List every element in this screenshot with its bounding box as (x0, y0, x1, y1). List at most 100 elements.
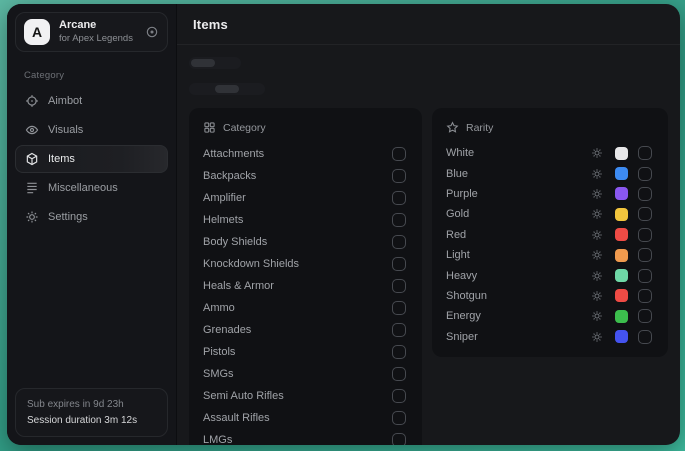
gear-icon[interactable] (591, 330, 604, 343)
rarity-checkbox[interactable] (638, 269, 652, 283)
category-row[interactable]: Assault Rifles (203, 407, 408, 429)
view-tab[interactable] (239, 85, 263, 93)
sidebar-item[interactable]: Items (15, 145, 168, 173)
category-checkbox[interactable] (392, 279, 406, 293)
category-checkbox[interactable] (392, 213, 406, 227)
rarity-label: Sniper (446, 331, 591, 343)
category-row[interactable]: Ammo (203, 297, 408, 319)
category-checkbox[interactable] (392, 411, 406, 425)
rarity-row[interactable]: Heavy (446, 265, 654, 285)
rarity-row[interactable]: Purple (446, 184, 654, 204)
rarity-label: Light (446, 249, 591, 261)
category-row[interactable]: Attachments (203, 143, 408, 165)
category-checkbox[interactable] (392, 169, 406, 183)
rarity-label: Blue (446, 168, 591, 180)
category-checkbox[interactable] (392, 323, 406, 337)
gear-icon[interactable] (591, 187, 604, 200)
rarity-color-swatch[interactable] (615, 228, 628, 241)
rarity-checkbox[interactable] (638, 207, 652, 221)
gear-icon[interactable] (591, 249, 604, 262)
gear-icon[interactable] (591, 310, 604, 323)
gear-icon[interactable] (591, 289, 604, 302)
category-label: Heals & Armor (203, 280, 392, 292)
category-checkbox[interactable] (392, 147, 406, 161)
category-checkbox[interactable] (392, 257, 406, 271)
category-checkbox[interactable] (392, 345, 406, 359)
rarity-row[interactable]: Sniper (446, 327, 654, 347)
category-row[interactable]: Amplifier (203, 187, 408, 209)
rarity-checkbox[interactable] (638, 187, 652, 201)
sidebar-item[interactable]: Settings (15, 203, 168, 231)
rarity-color-swatch[interactable] (615, 208, 628, 221)
rarity-label: Energy (446, 310, 591, 322)
panels: Category Attachments Backpacks Amplifier (189, 108, 668, 445)
category-checkbox[interactable] (392, 433, 406, 445)
rarity-label: Shotgun (446, 290, 591, 302)
category-checkbox[interactable] (392, 191, 406, 205)
view-tab[interactable] (215, 85, 239, 93)
app-subtitle: for Apex Legends (59, 33, 136, 45)
rarity-color-swatch[interactable] (615, 269, 628, 282)
rarity-row[interactable]: Shotgun (446, 286, 654, 306)
gear-icon[interactable] (591, 269, 604, 282)
gear-icon (25, 210, 39, 224)
category-row[interactable]: Body Shields (203, 231, 408, 253)
category-row[interactable]: Semi Auto Rifles (203, 385, 408, 407)
gear-icon[interactable] (591, 167, 604, 180)
sidebar-item-label: Items (48, 153, 75, 165)
category-checkbox[interactable] (392, 301, 406, 315)
rarity-checkbox[interactable] (638, 228, 652, 242)
rarity-color-swatch[interactable] (615, 187, 628, 200)
rarity-checkbox[interactable] (638, 146, 652, 160)
category-label: Knockdown Shields (203, 258, 392, 270)
grid-icon (25, 181, 39, 195)
rarity-row[interactable]: White (446, 143, 654, 163)
rarity-color-swatch[interactable] (615, 147, 628, 160)
mode-tab[interactable] (191, 59, 215, 67)
rarity-color-swatch[interactable] (615, 249, 628, 262)
rarity-color-swatch[interactable] (615, 289, 628, 302)
rarity-color-swatch[interactable] (615, 167, 628, 180)
category-row[interactable]: SMGs (203, 363, 408, 385)
rarity-row[interactable]: Energy (446, 306, 654, 326)
category-label: Backpacks (203, 170, 392, 182)
rarity-checkbox[interactable] (638, 289, 652, 303)
rarity-row[interactable]: Blue (446, 163, 654, 183)
rarity-label: Gold (446, 208, 591, 220)
category-checkbox[interactable] (392, 389, 406, 403)
gear-icon[interactable] (591, 228, 604, 241)
app-window: A Arcane for Apex Legends Category Aimbo… (7, 4, 680, 445)
category-row[interactable]: Pistols (203, 341, 408, 363)
sidebar-item-label: Aimbot (48, 95, 82, 107)
category-row[interactable]: Knockdown Shields (203, 253, 408, 275)
rarity-checkbox[interactable] (638, 167, 652, 181)
rarity-row[interactable]: Gold (446, 204, 654, 224)
category-checkbox[interactable] (392, 367, 406, 381)
sidebar-item[interactable]: Miscellaneous (15, 174, 168, 202)
target-icon[interactable] (145, 25, 159, 39)
rarity-color-swatch[interactable] (615, 310, 628, 323)
rarity-checkbox[interactable] (638, 248, 652, 262)
category-label: Body Shields (203, 236, 392, 248)
category-row[interactable]: LMGs (203, 429, 408, 445)
gear-icon[interactable] (591, 208, 604, 221)
category-row[interactable]: Backpacks (203, 165, 408, 187)
view-tab[interactable] (191, 85, 215, 93)
sidebar-item[interactable]: Aimbot (15, 87, 168, 115)
category-row[interactable]: Helmets (203, 209, 408, 231)
rarity-row[interactable]: Light (446, 245, 654, 265)
category-panel-title: Category (223, 122, 266, 134)
session-duration-text: Session duration 3m 12s (27, 413, 156, 429)
rarity-checkbox[interactable] (638, 330, 652, 344)
category-row[interactable]: Heals & Armor (203, 275, 408, 297)
rarity-color-swatch[interactable] (615, 330, 628, 343)
rarity-checkbox[interactable] (638, 309, 652, 323)
category-row[interactable]: Grenades (203, 319, 408, 341)
sidebar-item[interactable]: Visuals (15, 116, 168, 144)
mode-tab[interactable] (215, 59, 239, 67)
crosshair-icon (25, 94, 39, 108)
category-label: Helmets (203, 214, 392, 226)
gear-icon[interactable] (591, 147, 604, 160)
category-checkbox[interactable] (392, 235, 406, 249)
rarity-row[interactable]: Red (446, 225, 654, 245)
